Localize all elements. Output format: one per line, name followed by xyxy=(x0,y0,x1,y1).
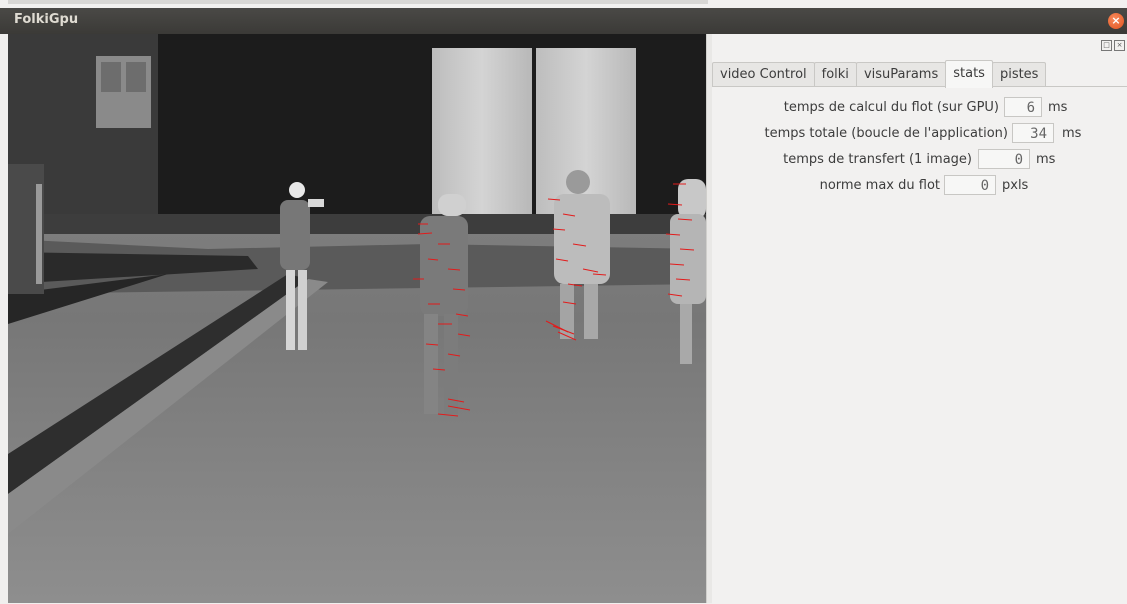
video-view xyxy=(8,34,706,603)
stat-lcd-value: 6 xyxy=(1004,97,1042,117)
tab-video-control[interactable]: video Control xyxy=(712,62,815,87)
stat-unit: ms xyxy=(1036,152,1056,167)
tab-visuparams[interactable]: visuParams xyxy=(855,62,947,87)
stat-lcd-value: 0 xyxy=(944,175,996,195)
stat-lcd-value: 0 xyxy=(978,149,1030,169)
previous-window-edge xyxy=(8,0,708,4)
stat-unit: ms xyxy=(1048,100,1068,115)
stat-lcd-value: 34 xyxy=(1012,123,1054,143)
close-dock-icon[interactable]: × xyxy=(1114,40,1125,51)
stat-row-max-flow: norme max du flot 0 pxls xyxy=(712,175,1127,197)
tab-pistes[interactable]: pistes xyxy=(991,62,1047,87)
stat-unit: ms xyxy=(1062,126,1082,141)
dock-controls: □ × xyxy=(1099,40,1125,51)
top-strip xyxy=(0,0,1127,8)
stat-row-total-time: temps totale (boucle de l'application) 3… xyxy=(712,123,1127,145)
dock-panel: □ × video Control folki visuParams stats … xyxy=(712,34,1127,604)
window-titlebar: FolkiGpu × xyxy=(0,8,1127,34)
stat-label: temps de transfert (1 image) xyxy=(783,152,972,167)
tab-bar: video Control folki visuParams stats pis… xyxy=(712,60,1047,88)
stat-label: temps totale (boucle de l'application) xyxy=(764,126,1008,141)
stat-unit: pxls xyxy=(1002,178,1029,193)
stat-row-gpu-time: temps de calcul du flot (sur GPU) 6 ms xyxy=(712,97,1127,119)
window-title: FolkiGpu xyxy=(14,12,79,27)
stat-row-transfer-time: temps de transfert (1 image) 0 ms xyxy=(712,149,1127,171)
tab-folki[interactable]: folki xyxy=(813,62,857,87)
tab-stats[interactable]: stats xyxy=(945,60,993,88)
stat-label: temps de calcul du flot (sur GPU) xyxy=(783,100,999,115)
stat-label: norme max du flot xyxy=(819,178,940,193)
thermal-video-frame xyxy=(8,34,706,603)
float-icon[interactable]: □ xyxy=(1101,40,1112,51)
close-icon[interactable]: × xyxy=(1108,13,1124,29)
stats-pane: temps de calcul du flot (sur GPU) 6 ms t… xyxy=(712,86,1127,604)
